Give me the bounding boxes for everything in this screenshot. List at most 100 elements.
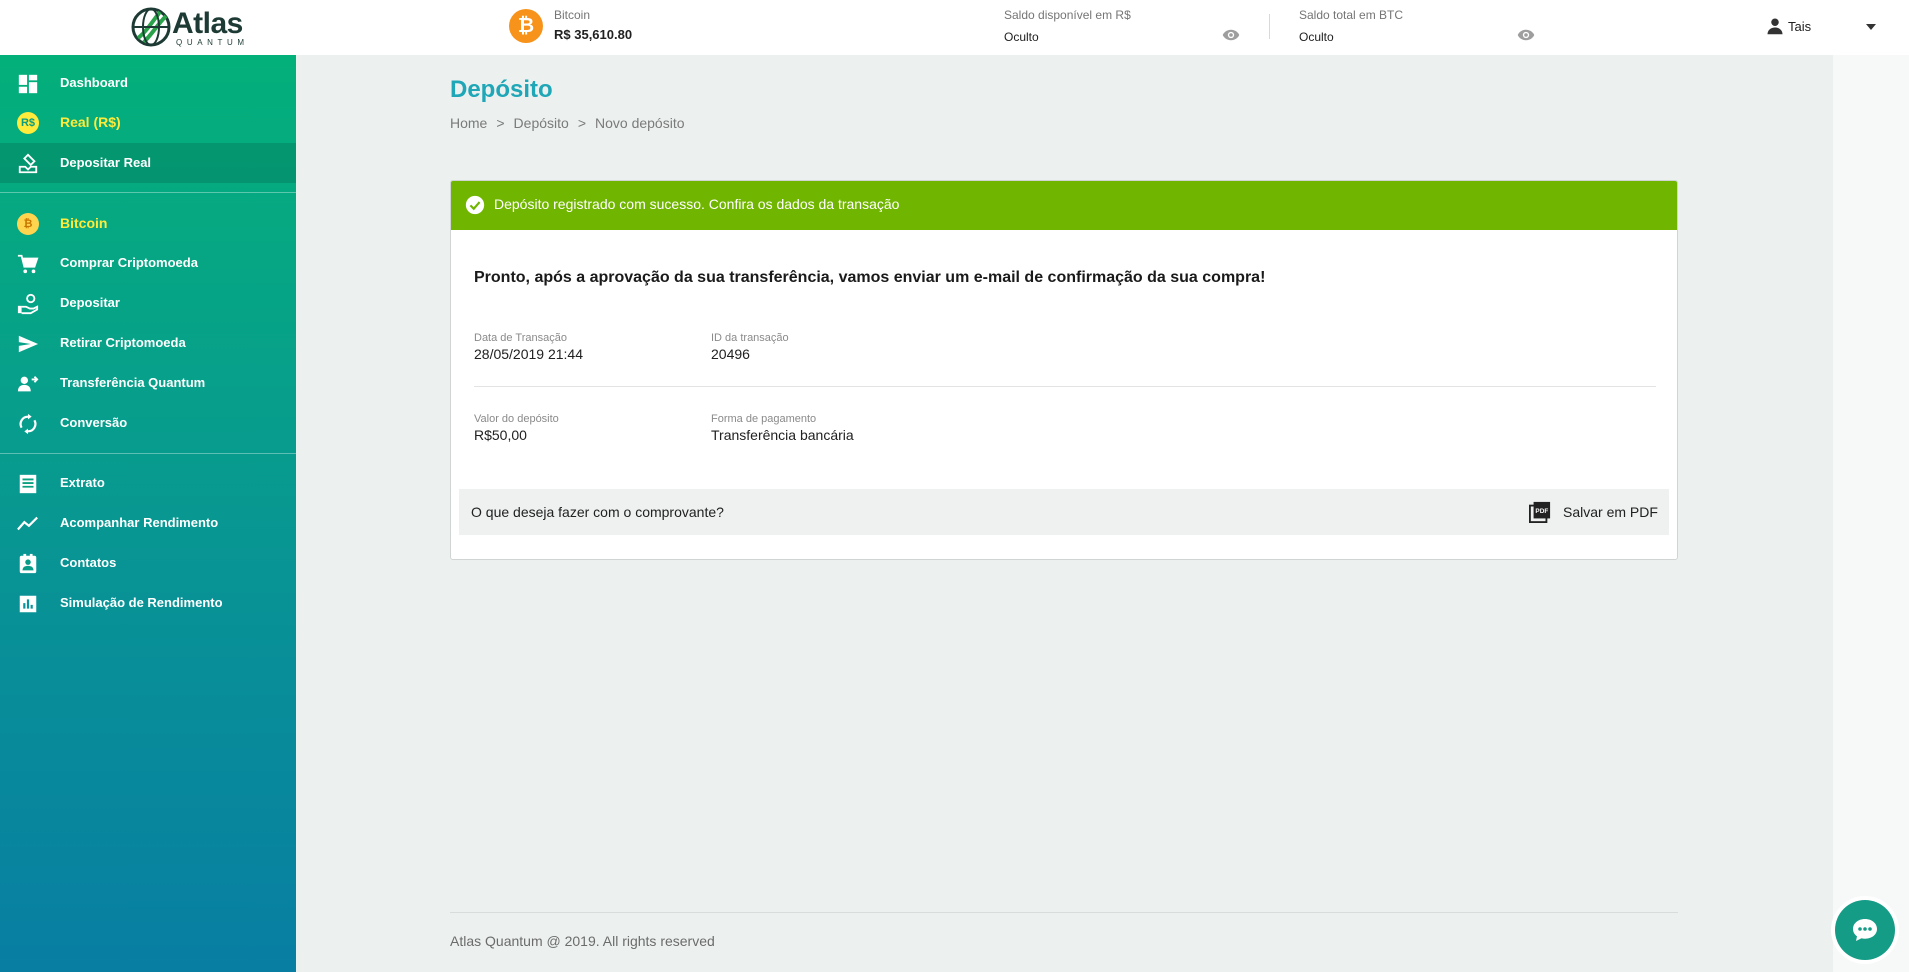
- pdf-icon-text: PDF: [1535, 508, 1548, 515]
- top-header: Atlas QUANTUM ₿ Bitcoin R$ 35,610.80 Sal…: [0, 0, 1909, 55]
- breadcrumb: Home > Depósito > Novo depósito: [450, 115, 685, 131]
- payment-method-field: Forma de pagamento Transferência bancári…: [711, 413, 854, 443]
- ticker-value: R$ 35,610.80: [554, 27, 633, 42]
- logo-subtext: QUANTUM: [176, 38, 249, 47]
- logo-text: Atlas: [172, 7, 243, 40]
- trending-icon: [17, 516, 38, 531]
- sidebar-item-label: Dashboard: [60, 75, 128, 90]
- balance-brl-label: Saldo disponível em R$: [1004, 8, 1131, 22]
- balance-btc: Saldo total em BTC Oculto: [1299, 8, 1535, 48]
- right-gutter: [1833, 55, 1909, 972]
- footer-divider: [450, 912, 1678, 913]
- sidebar-item-real[interactable]: R$ Real (R$): [0, 102, 296, 142]
- deposit-real-icon: [18, 153, 38, 174]
- footer-copyright: Atlas Quantum @ 2019. All rights reserve…: [450, 933, 715, 949]
- eye-icon[interactable]: [1517, 28, 1535, 42]
- sidebar-item-label: Comprar Criptomoeda: [60, 255, 198, 270]
- field-label: ID da transação: [711, 332, 789, 344]
- sidebar-item-label: Real (R$): [60, 114, 121, 130]
- statement-icon: [19, 474, 37, 494]
- confirmation-message: Pronto, após a aprovação da sua transfer…: [474, 269, 1266, 286]
- sidebar-item-retirar-criptomoeda[interactable]: Retirar Criptomoeda: [0, 323, 296, 363]
- sidebar-item-contatos[interactable]: Contatos: [0, 543, 296, 583]
- sidebar-item-label: Acompanhar Rendimento: [60, 515, 219, 530]
- sidebar-item-dashboard[interactable]: Dashboard: [0, 63, 296, 103]
- globe-logo-icon: [131, 7, 171, 47]
- bitcoin-icon: ₿: [509, 9, 543, 43]
- sidebar-divider: [0, 453, 296, 454]
- sidebar-item-label: Bitcoin: [60, 215, 108, 231]
- success-alert: Depósito registrado com sucesso. Confira…: [451, 181, 1677, 230]
- field-value: Transferência bancária: [711, 427, 854, 443]
- sidebar-item-depositar-real[interactable]: Depositar Real: [0, 143, 296, 183]
- chat-bubble-icon: [1853, 919, 1877, 941]
- breadcrumb-separator: >: [577, 115, 586, 131]
- sidebar-item-label: Transferência Quantum: [60, 375, 206, 390]
- field-value: R$50,00: [474, 427, 527, 443]
- ticker-label: Bitcoin: [554, 8, 591, 22]
- field-label: Forma de pagamento: [711, 413, 817, 425]
- save-pdf-label: Salvar em PDF: [1563, 504, 1658, 520]
- balance-brl: Saldo disponível em R$ Oculto: [1004, 8, 1240, 48]
- eye-icon[interactable]: [1222, 28, 1240, 42]
- deposit-receipt-card: Depósito registrado com sucesso. Confira…: [450, 180, 1678, 560]
- sidebar-item-label: Extrato: [60, 475, 105, 490]
- balance-btc-value: Oculto: [1299, 30, 1334, 44]
- transaction-date-field: Data de Transação 28/05/2019 21:44: [474, 332, 583, 362]
- field-value: 28/05/2019 21:44: [474, 346, 583, 362]
- sidebar-item-label: Contatos: [60, 555, 117, 570]
- chat-button[interactable]: [1831, 896, 1899, 964]
- contacts-icon: [19, 553, 37, 574]
- success-alert-text: Depósito registrado com sucesso. Confira…: [494, 196, 900, 212]
- field-label: Valor do depósito: [474, 413, 559, 425]
- sidebar-item-transferencia-quantum[interactable]: Transferência Quantum: [0, 363, 296, 403]
- field-label: Data de Transação: [474, 332, 567, 344]
- bar-chart-icon: [19, 595, 37, 613]
- save-pdf-button[interactable]: PDF Salvar em PDF: [1529, 499, 1659, 525]
- breadcrumb-home[interactable]: Home: [450, 115, 487, 131]
- hand-coin-icon: [17, 293, 39, 315]
- balance-brl-value: Oculto: [1004, 30, 1039, 44]
- sidebar-item-bitcoin[interactable]: ₿ Bitcoin: [0, 203, 296, 243]
- page-title: Depósito: [450, 76, 553, 103]
- sidebar-item-label: Depositar Real: [60, 155, 152, 170]
- sidebar-item-extrato[interactable]: Extrato: [0, 463, 296, 503]
- pdf-icon: PDF: [1529, 501, 1551, 523]
- sidebar-item-comprar-criptomoeda[interactable]: Comprar Criptomoeda: [0, 243, 296, 283]
- balance-btc-label: Saldo total em BTC: [1299, 8, 1404, 22]
- sidebar-item-acompanhar-rendimento[interactable]: Acompanhar Rendimento: [0, 503, 296, 543]
- sync-icon: [19, 413, 37, 435]
- deposit-amount-field: Valor do depósito R$50,00: [474, 413, 559, 443]
- sidebar-item-label: Conversão: [60, 415, 128, 430]
- fields-divider: [474, 386, 1656, 387]
- send-icon: [18, 335, 39, 353]
- sidebar-item-label: Simulação de Rendimento: [60, 595, 223, 610]
- real-coin-icon: R$: [17, 112, 39, 134]
- sidebar-item-simulacao-rendimento[interactable]: Simulação de Rendimento: [0, 583, 296, 623]
- sidebar-item-label: Depositar: [60, 295, 120, 310]
- chevron-down-icon[interactable]: [1866, 24, 1876, 30]
- check-circle-icon: [465, 195, 485, 215]
- receipt-question: O que deseja fazer com o comprovante?: [471, 504, 724, 520]
- cart-icon: [17, 254, 39, 274]
- person-icon: [1767, 18, 1783, 35]
- bitcoin-coin-icon: ₿: [17, 213, 39, 235]
- sidebar-item-depositar[interactable]: Depositar: [0, 283, 296, 323]
- sidebar-divider: [0, 192, 296, 193]
- sidebar-item-label: Retirar Criptomoeda: [60, 335, 186, 350]
- receipt-actions-bar: O que deseja fazer com o comprovante? PD…: [459, 489, 1669, 535]
- user-menu[interactable]: Tais: [1766, 17, 1886, 39]
- atlas-quantum-logo[interactable]: Atlas QUANTUM: [130, 6, 250, 48]
- sidebar-item-conversao[interactable]: Conversão: [0, 403, 296, 443]
- dashboard-icon: [18, 74, 38, 94]
- user-transfer-icon: [17, 376, 39, 392]
- header-divider: [1269, 14, 1270, 39]
- field-value: 20496: [711, 346, 750, 362]
- breadcrumb-novo-deposito: Novo depósito: [595, 115, 685, 131]
- breadcrumb-separator: >: [496, 115, 505, 131]
- sidebar: Dashboard R$ Real (R$) Depositar Real ₿ …: [0, 55, 296, 972]
- chat-button-inner: [1835, 900, 1895, 960]
- transaction-id-field: ID da transação 20496: [711, 332, 789, 362]
- breadcrumb-deposito[interactable]: Depósito: [514, 115, 569, 131]
- user-name: Tais: [1788, 19, 1812, 34]
